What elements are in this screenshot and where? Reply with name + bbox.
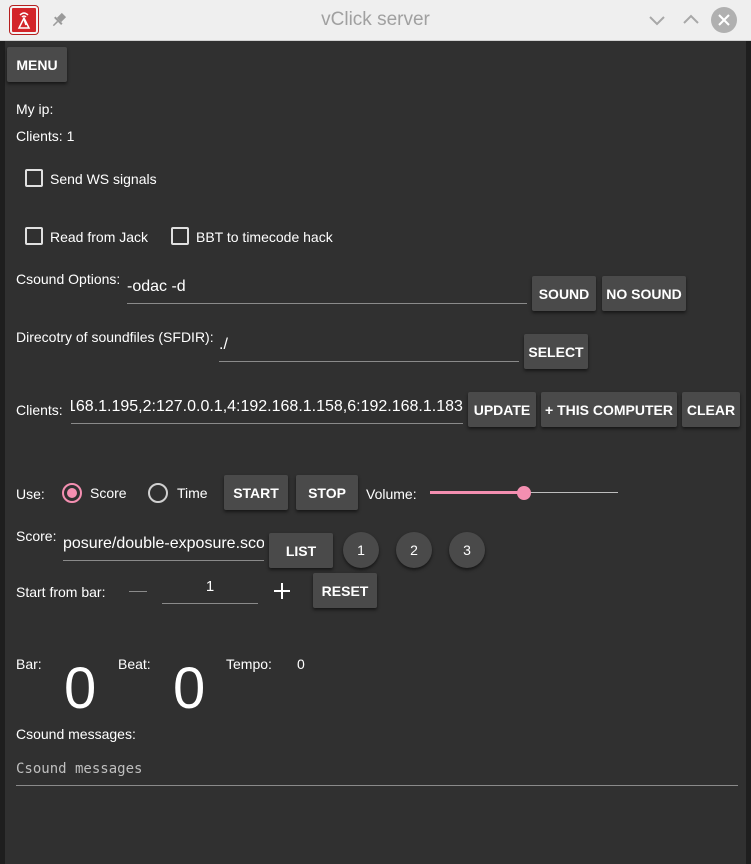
stop-button[interactable]: STOP <box>296 475 358 510</box>
read-from-jack-checkbox[interactable] <box>25 227 43 245</box>
score-radio-label: Score <box>90 485 127 501</box>
clients-label: Clients: <box>16 402 63 418</box>
send-ws-signals-label: Send WS signals <box>50 171 157 187</box>
csound-options-label: Csound Options: <box>16 271 121 287</box>
decrement-bar-icon[interactable] <box>129 591 147 592</box>
reset-button[interactable]: RESET <box>313 573 377 608</box>
menu-button[interactable]: MENU <box>7 47 67 82</box>
csound-messages-area[interactable]: Csound messages <box>16 757 738 786</box>
bbt-timecode-checkbox[interactable] <box>171 227 189 245</box>
time-radio-label: Time <box>177 485 208 501</box>
minimize-icon[interactable] <box>646 9 668 31</box>
csound-options-input[interactable]: -odac -d <box>127 275 527 304</box>
read-from-jack-label: Read from Jack <box>50 229 149 245</box>
maximize-icon[interactable] <box>680 9 702 31</box>
start-button[interactable]: START <box>224 475 288 510</box>
list-button[interactable]: LIST <box>269 533 333 568</box>
volume-slider[interactable] <box>430 483 618 503</box>
score-preset-3-button[interactable]: 3 <box>449 532 485 568</box>
window-title: vClick server <box>321 9 430 30</box>
score-input[interactable]: posure/double-exposure.sco <box>63 532 264 561</box>
sfdir-label: Direcotry of soundfiles (SFDIR): <box>16 329 214 345</box>
tempo-value: 0 <box>297 656 305 672</box>
sfdir-input[interactable]: ./ <box>219 333 519 362</box>
beat-label: Beat: <box>118 656 151 672</box>
score-preset-1-button[interactable]: 1 <box>343 532 379 568</box>
sound-button[interactable]: SOUND <box>532 276 596 311</box>
volume-slider-fill <box>430 491 524 494</box>
use-label: Use: <box>16 486 45 502</box>
volume-slider-thumb[interactable] <box>517 486 531 500</box>
close-icon[interactable] <box>711 7 737 33</box>
send-ws-signals-checkbox[interactable] <box>25 169 43 187</box>
radio-selected-dot <box>67 488 77 498</box>
start-bar-input[interactable]: 1 <box>162 575 258 604</box>
title-bar: vClick server <box>0 0 751 41</box>
increment-bar-icon[interactable] <box>273 582 291 600</box>
volume-label: Volume: <box>366 486 417 502</box>
tempo-label: Tempo: <box>226 656 272 672</box>
bar-value: 0 <box>64 656 97 721</box>
clients-input[interactable]: 168.1.195,2:127.0.0.1,4:192.168.1.158,6:… <box>71 395 463 424</box>
add-this-computer-button[interactable]: + THIS COMPUTER <box>541 392 677 427</box>
csound-messages-label: Csound messages: <box>16 726 136 742</box>
window-frame-right <box>746 41 751 864</box>
bbt-timecode-label: BBT to timecode hack <box>196 229 333 245</box>
clear-clients-button[interactable]: CLEAR <box>682 392 740 427</box>
start-bar-label: Start from bar: <box>16 584 106 600</box>
no-sound-button[interactable]: NO SOUND <box>602 276 686 311</box>
time-radio[interactable] <box>148 483 168 503</box>
main-panel: MENU My ip: Clients: 1 Send WS signals R… <box>5 41 746 864</box>
score-label: Score: <box>16 528 57 544</box>
update-button[interactable]: UPDATE <box>468 392 536 427</box>
my-ip-label: My ip: <box>16 101 54 117</box>
beat-value: 0 <box>173 656 206 721</box>
bar-label: Bar: <box>16 656 42 672</box>
clients-count: Clients: 1 <box>16 128 75 144</box>
score-radio[interactable] <box>62 483 82 503</box>
score-preset-2-button[interactable]: 2 <box>396 532 432 568</box>
select-sfdir-button[interactable]: SELECT <box>524 334 588 369</box>
